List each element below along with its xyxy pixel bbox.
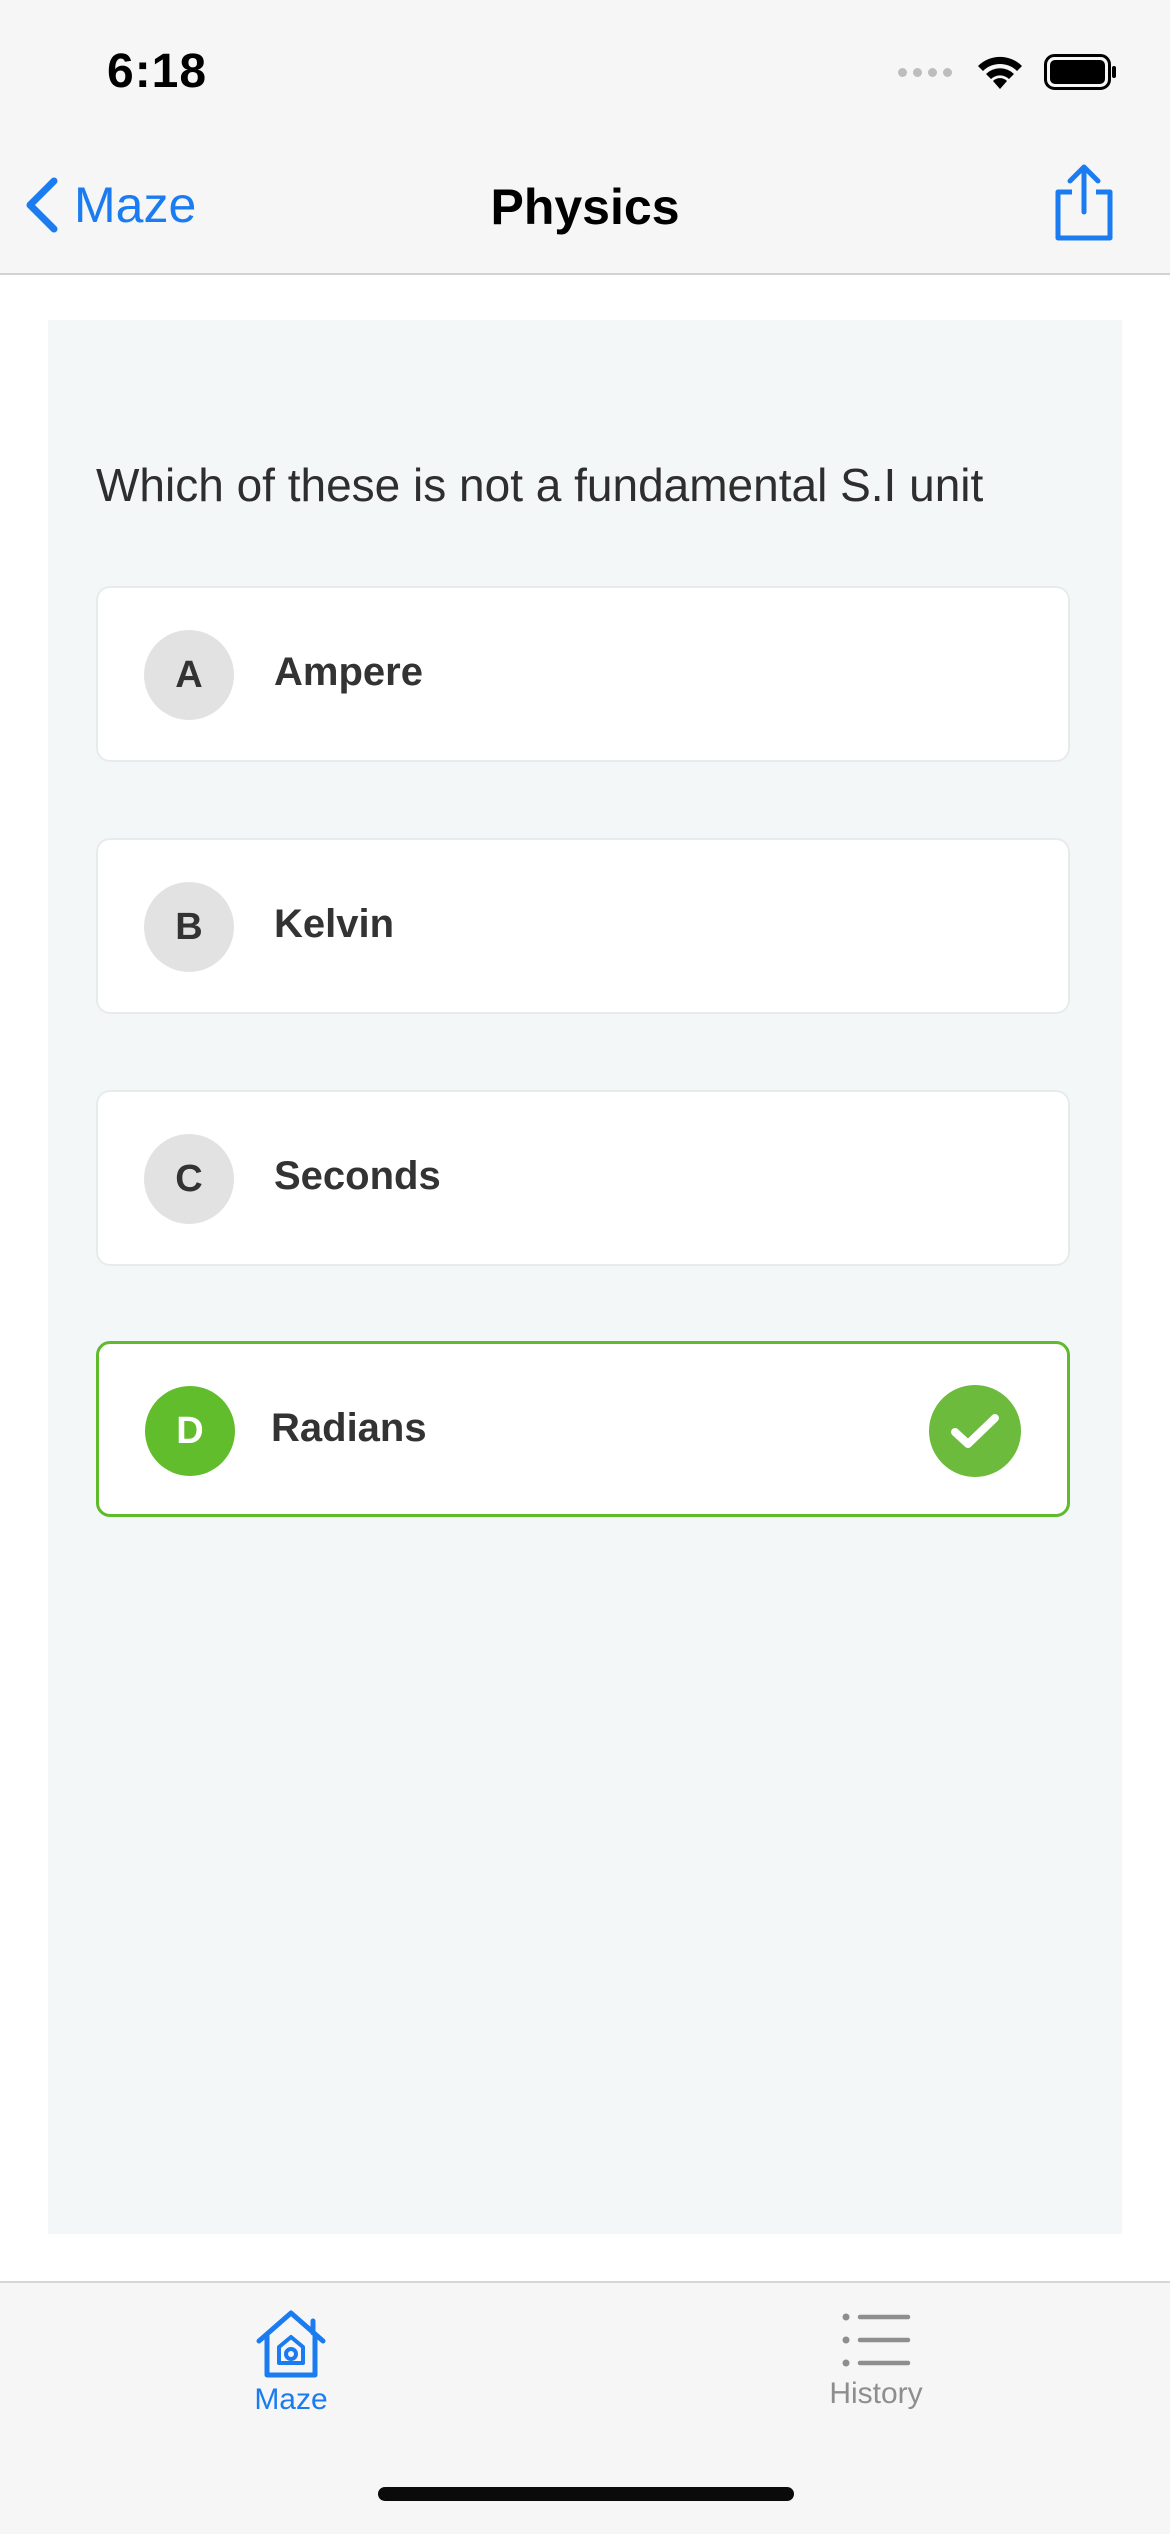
tab-label: History (829, 2377, 923, 2410)
option-label: Seconds (274, 1154, 441, 1198)
status-icons (898, 52, 1118, 92)
quiz-panel: Which of these is not a fundamental S.I … (48, 320, 1122, 2234)
option-letter-badge: A (144, 630, 234, 720)
option-b[interactable]: B Kelvin (96, 838, 1070, 1014)
option-letter-badge: B (144, 882, 234, 972)
option-letter-badge: D (145, 1386, 235, 1476)
status-time: 6:18 (107, 45, 208, 98)
share-button[interactable] (1048, 162, 1120, 244)
option-letter-badge: C (144, 1134, 234, 1224)
status-bar: 6:18 (0, 0, 1170, 140)
tab-maze[interactable]: Maze (191, 2307, 391, 2417)
page-title: Physics (490, 179, 680, 235)
option-c[interactable]: C Seconds (96, 1090, 1070, 1266)
navigation-bar: Maze Physics (0, 140, 1170, 275)
home-indicator (378, 2487, 794, 2501)
option-d[interactable]: D Radians (96, 1341, 1070, 1517)
option-label: Ampere (274, 650, 423, 694)
option-label: Radians (271, 1406, 427, 1450)
tab-history[interactable]: History (776, 2307, 976, 2411)
share-icon (1055, 164, 1113, 241)
tab-label: Maze (254, 2383, 328, 2416)
battery-icon (1044, 54, 1116, 90)
home-icon (256, 2310, 326, 2378)
question-text: Which of these is not a fundamental S.I … (96, 459, 984, 511)
checkmark-icon (929, 1385, 1021, 1477)
list-icon (842, 2313, 911, 2367)
option-label: Kelvin (274, 902, 395, 946)
cellular-signal-icon (898, 67, 952, 77)
option-a[interactable]: A Ampere (96, 586, 1070, 762)
wifi-icon (978, 56, 1022, 89)
